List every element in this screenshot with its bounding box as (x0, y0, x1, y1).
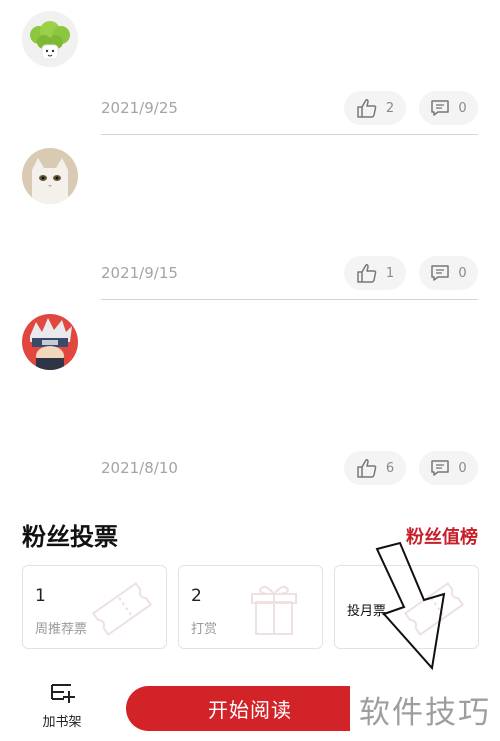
add-shelf-label: 加书架 (42, 715, 82, 730)
annotation-arrow-icon (375, 541, 446, 671)
watermark-text: 软件技巧 (350, 678, 500, 741)
add-to-shelf-button[interactable]: 加书架 (22, 680, 102, 730)
start-reading-button[interactable]: 开始阅读 (126, 686, 374, 731)
add-shelf-icon (51, 684, 75, 703)
